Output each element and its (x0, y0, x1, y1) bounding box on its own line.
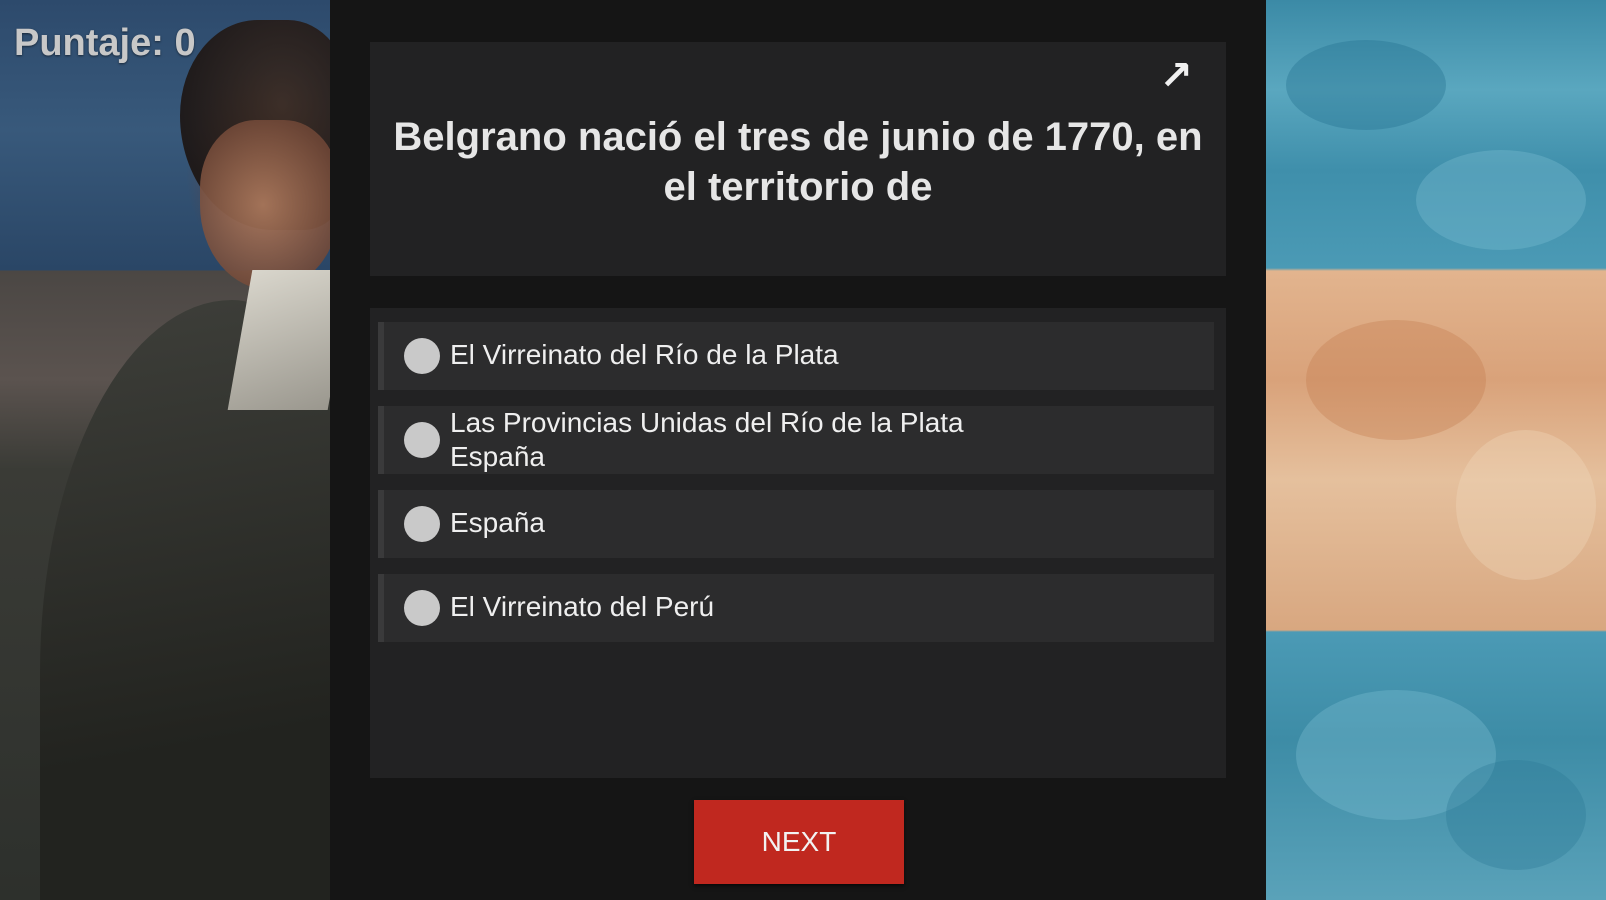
question-text: Belgrano nació el tres de junio de 1770,… (393, 115, 1203, 209)
score-label: Puntaje: 0 (14, 22, 196, 64)
answers-list: El Virreinato del Río de la Plata Las Pr… (370, 308, 1226, 778)
texture-blot (1286, 40, 1446, 130)
answer-label: El Virreinato del Río de la Plata (450, 339, 839, 370)
answer-option[interactable]: El Virreinato del Río de la Plata (378, 322, 1214, 390)
answer-label: El Virreinato del Perú (450, 591, 715, 622)
question-card: ↗ Belgrano nació el tres de junio de 177… (370, 42, 1226, 276)
answer-option[interactable]: Las Provincias Unidas del Río de la Plat… (378, 406, 1214, 474)
arrow-back-icon[interactable]: ↗ (1156, 56, 1196, 96)
quiz-screen: Puntaje: 0 ↗ Belgrano nació el tres de j… (0, 0, 1606, 900)
flag-background (1266, 0, 1606, 900)
texture-blot (1306, 320, 1486, 440)
quiz-panel: ↗ Belgrano nació el tres de junio de 177… (330, 0, 1266, 900)
radio-button[interactable] (404, 590, 440, 626)
radio-button[interactable] (404, 422, 440, 458)
answer-option[interactable]: El Virreinato del Perú (378, 574, 1214, 642)
portrait-face (200, 120, 340, 290)
radio-button[interactable] (404, 506, 440, 542)
portrait-background (0, 0, 360, 900)
answer-label: España (450, 507, 545, 538)
answer-label: Las Provincias Unidas del Río de la Plat… (450, 407, 964, 472)
answer-option[interactable]: España (378, 490, 1214, 558)
texture-blot (1456, 430, 1596, 580)
next-button[interactable]: NEXT (694, 800, 904, 884)
radio-button[interactable] (404, 338, 440, 374)
texture-blot (1416, 150, 1586, 250)
texture-blot (1446, 760, 1586, 870)
